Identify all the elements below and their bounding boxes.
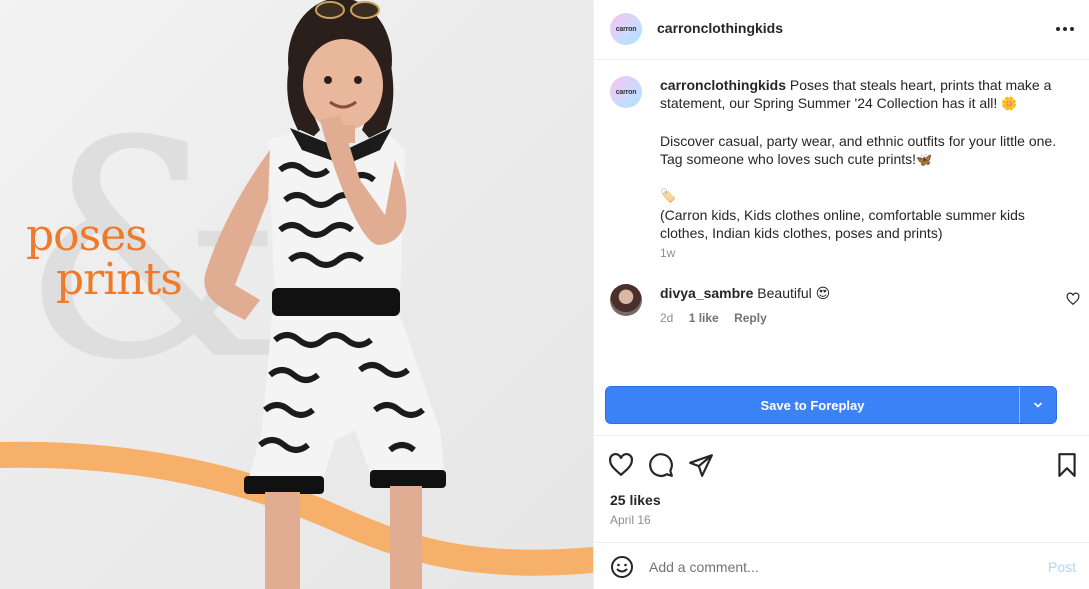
butterfly-emoji: 🦋 xyxy=(916,153,933,168)
send-icon[interactable] xyxy=(688,452,714,478)
caption-avatar-text: carron xyxy=(615,88,637,96)
commenter-avatar[interactable] xyxy=(610,284,642,316)
promo-text-poses: poses xyxy=(26,210,148,261)
author-avatar-text: carron xyxy=(615,25,637,33)
caption-text: carronclothingkids Poses that steals hea… xyxy=(660,76,1070,242)
save-dropdown-button[interactable] xyxy=(1019,387,1056,423)
heart-eyes-emoji: 😍 xyxy=(815,285,831,301)
save-to-foreplay-label[interactable]: Save to Foreplay xyxy=(606,387,1019,423)
comment-reply-button[interactable]: Reply xyxy=(734,311,767,325)
comment-meta: 2d 1 like Reply xyxy=(660,311,779,325)
author-avatar[interactable]: carron xyxy=(610,13,642,45)
smiley-icon[interactable] xyxy=(610,555,634,579)
post-sidebar: carron carronclothingkids carron carronc… xyxy=(593,0,1089,589)
comment-body: divya_sambre Beautiful 😍 xyxy=(660,285,830,302)
caption-time-ago: 1w xyxy=(660,246,676,260)
promo-text-prints: prints xyxy=(56,254,183,305)
caption-username[interactable]: carronclothingkids xyxy=(660,77,786,93)
post-header: carron carronclothingkids xyxy=(594,0,1089,60)
likes-count[interactable]: 25 likes xyxy=(610,492,661,508)
commenter-username[interactable]: divya_sambre xyxy=(660,285,753,301)
chevron-down-icon xyxy=(1034,402,1042,408)
post-date: April 16 xyxy=(610,513,651,527)
comment-time: 2d xyxy=(660,311,674,325)
comment-heart-icon[interactable] xyxy=(1066,292,1080,306)
flower-emoji: 🌼 xyxy=(1001,97,1018,112)
more-options-icon[interactable] xyxy=(1054,20,1076,38)
author-username[interactable]: carronclothingkids xyxy=(657,20,783,36)
heart-icon[interactable] xyxy=(608,452,634,478)
bookmark-icon[interactable] xyxy=(1054,452,1080,478)
post-actions: 25 likes April 16 xyxy=(594,435,1089,541)
post-image[interactable]: & poses prints xyxy=(0,0,593,589)
comment-icon[interactable] xyxy=(648,452,674,478)
comment-item: divya_sambre Beautiful 😍 2d 1 like Reply xyxy=(610,284,1080,334)
add-comment-row: Post xyxy=(594,542,1089,589)
comment-text: Beautiful xyxy=(757,285,812,301)
tag-emoji: 🏷️ xyxy=(660,189,677,204)
caption-avatar[interactable]: carron xyxy=(610,76,642,108)
caption-line-2: Discover casual, party wear, and ethnic … xyxy=(660,133,1057,167)
comment-likes[interactable]: 1 like xyxy=(689,311,719,325)
save-to-foreplay-button: Save to Foreplay xyxy=(605,386,1057,424)
caption-tags: (Carron kids, Kids clothes online, comfo… xyxy=(660,207,1025,241)
comment-input[interactable] xyxy=(649,555,1029,579)
post-comment-button[interactable]: Post xyxy=(1048,559,1076,575)
